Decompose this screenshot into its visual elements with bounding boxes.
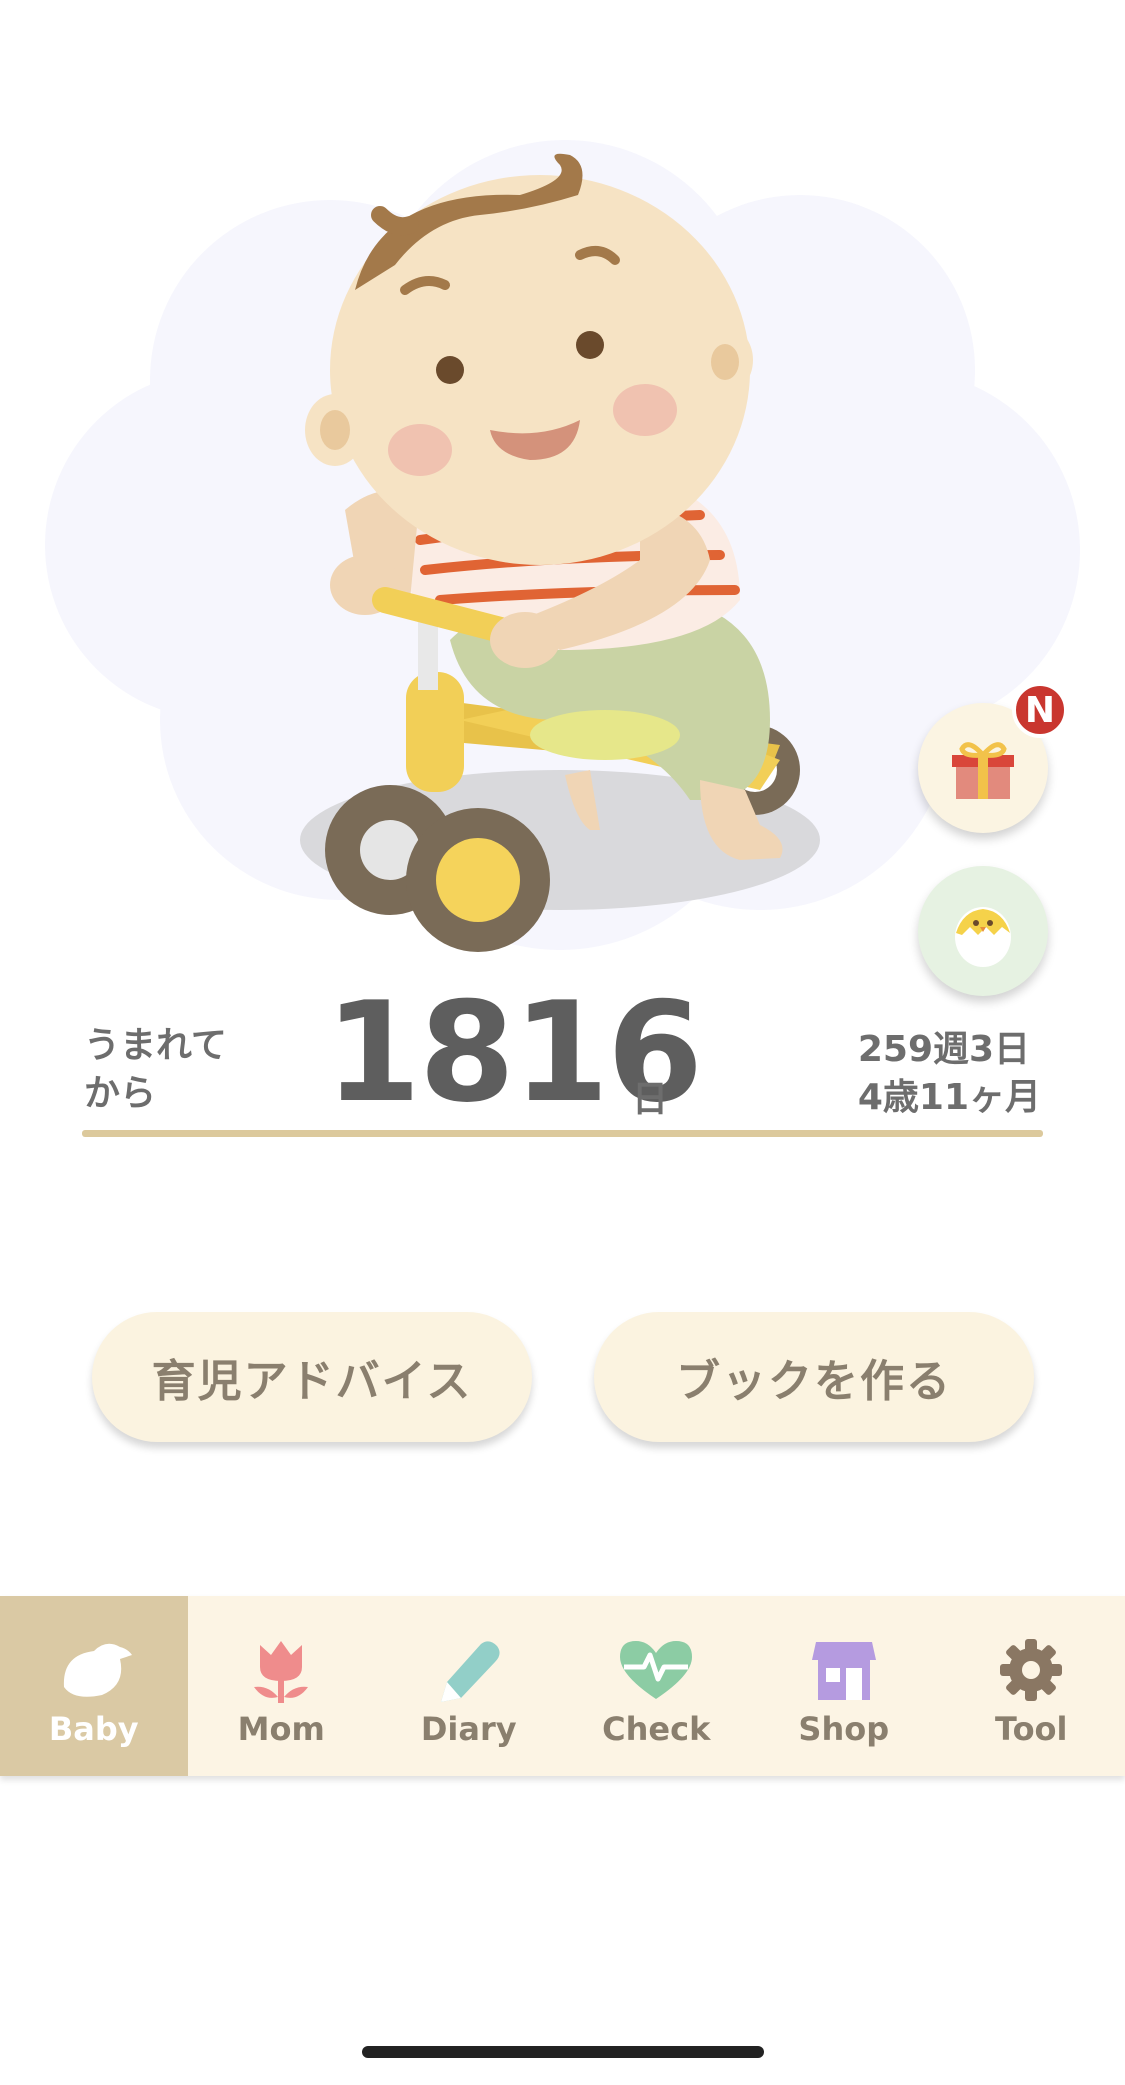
home-indicator	[362, 2046, 764, 2058]
divider	[82, 1130, 1043, 1137]
pencil-icon	[424, 1632, 514, 1708]
since-birth-label: うまれて から	[84, 1022, 227, 1118]
weeks-text: 259週3日	[857, 1029, 1031, 1070]
tab-mom[interactable]: Mom	[188, 1596, 376, 1776]
parenting-advice-button[interactable]: 育児アドバイス	[92, 1312, 532, 1442]
tulip-icon	[236, 1632, 326, 1708]
tab-baby[interactable]: Baby	[0, 1596, 188, 1776]
new-badge: N	[1012, 682, 1068, 738]
bird-icon	[49, 1632, 139, 1708]
age-text: 4歳11ヶ月	[857, 1077, 1041, 1118]
bottom-tab-bar: Baby Mom Diary Check Shop Tool	[0, 1596, 1125, 1776]
chick-egg-icon	[955, 907, 1011, 967]
tab-diary-label: Diary	[420, 1710, 517, 1748]
tab-diary[interactable]: Diary	[375, 1596, 563, 1776]
tab-baby-label: Baby	[48, 1710, 139, 1748]
gear-icon	[986, 1632, 1076, 1708]
tab-check[interactable]: Check	[563, 1596, 751, 1776]
tab-shop[interactable]: Shop	[750, 1596, 938, 1776]
since-label-text: うまれて から	[84, 1025, 227, 1114]
store-icon	[799, 1632, 889, 1708]
tab-tool[interactable]: Tool	[938, 1596, 1125, 1776]
gift-icon	[952, 742, 1014, 799]
age-summary: 259週3日 4歳11ヶ月	[858, 1026, 1041, 1122]
tab-tool-label: Tool	[994, 1710, 1068, 1748]
tab-check-label: Check	[602, 1710, 711, 1748]
make-book-button[interactable]: ブックを作る	[594, 1312, 1034, 1442]
tab-shop-label: Shop	[798, 1710, 890, 1748]
egg-chick-button[interactable]	[918, 866, 1048, 996]
heart-pulse-icon	[611, 1632, 701, 1708]
days-unit: 日	[632, 1079, 669, 1120]
tab-mom-label: Mom	[237, 1710, 325, 1748]
baby-illustration	[0, 0, 1125, 990]
